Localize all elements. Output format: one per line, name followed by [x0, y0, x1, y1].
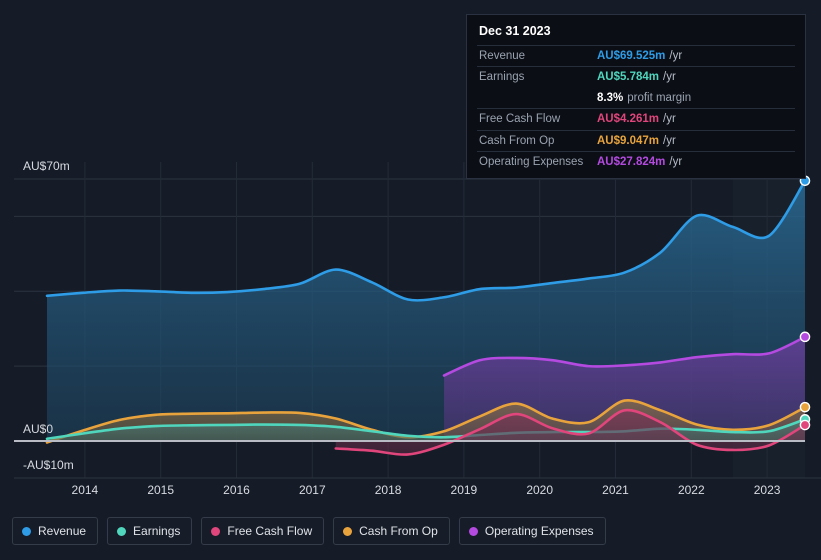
legend-color-dot-icon — [211, 526, 221, 536]
tooltip-row-unit: /yr — [663, 134, 676, 147]
endpoint-marker — [799, 331, 811, 343]
chart-page: AU$70m AU$0 -AU$10m 2014 2015 2016 2017 2018… — [0, 0, 821, 560]
legend-item-label: Cash From Op — [359, 524, 438, 538]
tooltip-row-label: Free Cash Flow — [479, 113, 561, 126]
x-axis-tick-2017: 2017 — [298, 483, 326, 497]
tooltip-row-cash-from-op: Cash From Op AU$9.047m/yr — [477, 129, 795, 151]
x-axis-tick-2021: 2021 — [602, 483, 629, 497]
tooltip-row-unit: /yr — [663, 113, 676, 126]
x-axis-tick-2014: 2014 — [71, 483, 99, 497]
tooltip-row-value: AU$4.261m — [597, 113, 660, 126]
legend-color-dot-icon — [22, 526, 31, 536]
legend-item-earnings[interactable]: Earnings — [107, 517, 193, 545]
tooltip-row-revenue: Revenue AU$69.525m/yr — [477, 45, 795, 66]
tooltip-row-label: Revenue — [479, 50, 526, 62]
x-axis-tick-2019: 2019 — [450, 483, 478, 497]
legend-item-label: Free Cash Flow — [227, 524, 313, 538]
tooltip-row-unit: profit margin — [627, 91, 692, 104]
x-axis-tick-2015: 2015 — [147, 483, 175, 497]
tooltip-row-label: Operating Expenses — [479, 155, 584, 168]
chart-legend[interactable]: Revenue Earnings Free Cash Flow Cash From O… — [12, 517, 606, 545]
tooltip-row-unit: /yr — [663, 71, 676, 84]
legend-item-revenue[interactable]: Revenue — [12, 517, 99, 545]
tooltip-row-value: AU$27.824m — [597, 155, 666, 168]
tooltip-date: Dec 31 2023 — [479, 24, 551, 38]
legend-item-free-cash-flow[interactable]: Free Cash Flow — [201, 517, 325, 545]
x-axis-tick-2022: 2022 — [677, 483, 705, 497]
x-axis-labels: 2014 2015 2016 2017 2018 2019 2020 2021 2022 2023 — [0, 483, 821, 501]
endpoint-marker — [799, 419, 811, 431]
legend-item-label: Operating Expenses — [484, 524, 594, 538]
tooltip-row-label: Cash From Op — [479, 134, 555, 147]
tooltip-row-earnings: Earnings AU$5.784m/yr — [477, 66, 795, 87]
legend-item-operating-expenses[interactable]: Operating Expenses — [458, 517, 606, 545]
data-tooltip: Dec 31 2023 Revenue AU$69.525m/yr Earnings… — [466, 14, 806, 180]
endpoint-marker — [799, 401, 811, 413]
tooltip-row-value: AU$9.047m — [597, 134, 660, 147]
tooltip-row-value: AU$5.784m — [597, 71, 660, 84]
legend-color-dot-icon — [343, 526, 353, 536]
tooltip-row-free-cash-flow: Free Cash Flow AU$4.261m/yr — [477, 108, 795, 129]
tooltip-rows: Revenue AU$69.525m/yr Earnings AU$5.784m/yr… — [477, 45, 795, 172]
tooltip-row-operating-expenses: Operating Expenses AU$27.824m/yr — [477, 150, 795, 172]
tooltip-row-label: Earnings — [479, 71, 525, 84]
tooltip-row-unit: /yr — [669, 50, 683, 62]
x-axis-tick-2020: 2020 — [526, 483, 554, 497]
x-axis-tick-2018: 2018 — [374, 483, 402, 497]
tooltip-row-value: AU$69.525m — [597, 50, 666, 62]
x-axis-tick-2016: 2016 — [223, 483, 250, 497]
tooltip-row-profit-margin: 8.3% profit margin — [477, 88, 795, 108]
legend-item-label: Revenue — [38, 524, 87, 538]
tooltip-row-value: 8.3% — [597, 91, 624, 104]
legend-item-cash-from-op[interactable]: Cash From Op — [333, 517, 450, 545]
x-axis-tick-2023: 2023 — [753, 483, 781, 497]
tooltip-row-unit: /yr — [669, 155, 683, 168]
legend-color-dot-icon — [468, 526, 478, 536]
legend-item-label: Earnings — [133, 524, 181, 538]
legend-color-dot-icon — [117, 526, 127, 536]
